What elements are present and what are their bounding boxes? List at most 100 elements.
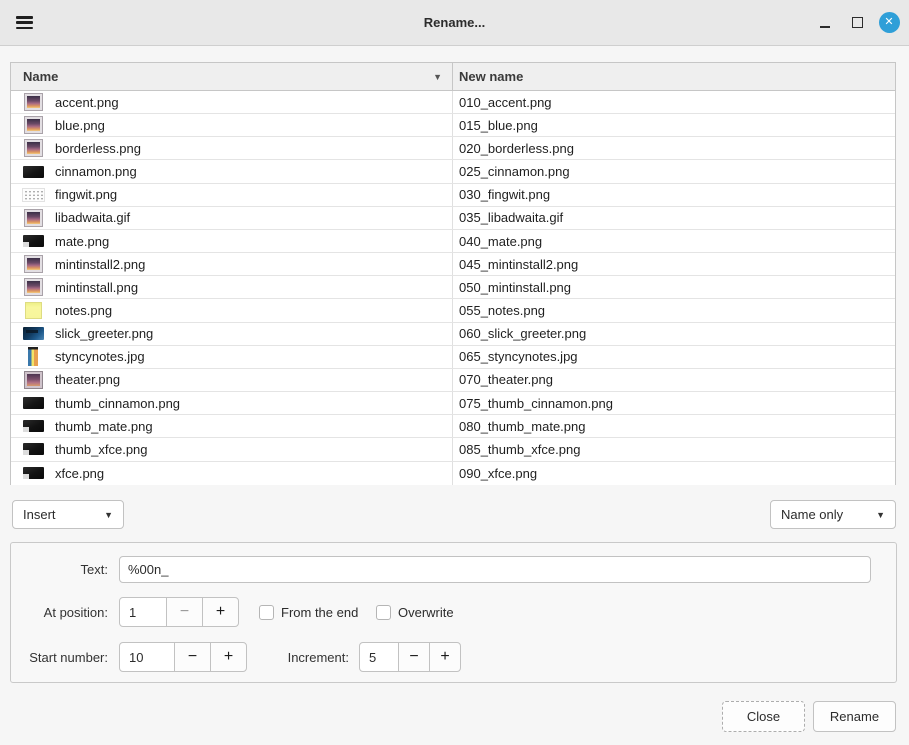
scope-select-value: Name only (781, 507, 843, 522)
thumbnail-slot (19, 256, 47, 272)
file-thumbnail-icon (25, 302, 42, 319)
file-thumbnail-icon (23, 443, 44, 455)
start-number-input[interactable] (119, 642, 175, 672)
table-row[interactable]: blue.png 015_blue.png (11, 114, 895, 137)
table-row[interactable]: borderless.png020_borderless.png (11, 137, 895, 160)
file-name-cell: mintinstall2.png (11, 253, 453, 275)
thumbnail-slot (19, 347, 47, 366)
table-row[interactable]: libadwaita.gif035_libadwaita.gif (11, 207, 895, 230)
new-name-cell: 080_thumb_mate.png (453, 415, 895, 437)
file-thumbnail-icon (25, 372, 42, 388)
checkbox-icon (376, 605, 391, 620)
table-row[interactable]: thumb_mate.png080_thumb_mate.png (11, 415, 895, 438)
new-name-cell: 055_notes.png (453, 299, 895, 321)
file-thumbnail-icon (23, 397, 44, 409)
table-row[interactable]: notes.png055_notes.png (11, 299, 895, 322)
file-name-cell: thumb_xfce.png (11, 438, 453, 460)
file-name-text: mate.png (55, 234, 109, 249)
file-name-cell: libadwaita.gif (11, 207, 453, 229)
menu-icon[interactable] (16, 16, 33, 29)
increment-minus-button[interactable]: − (398, 642, 430, 672)
from-the-end-checkbox[interactable]: From the end (259, 605, 358, 620)
increment-input[interactable] (359, 642, 399, 672)
table-row[interactable]: fingwit.png030_fingwit.png (11, 184, 895, 207)
new-name-cell: 015_blue.png (453, 114, 895, 136)
insert-menu-button[interactable]: Insert ▼ (12, 500, 124, 529)
close-window-button[interactable]: ✕ (877, 11, 901, 35)
minimize-button[interactable] (813, 11, 837, 35)
file-name-text: slick_greeter.png (55, 326, 153, 341)
table-row[interactable]: mintinstall.png 050_mintinstall.png (11, 276, 895, 299)
file-thumbnail-icon (23, 420, 44, 432)
file-name-text: blue.png (55, 118, 105, 133)
table-row[interactable]: mintinstall2.png 045_mintinstall2.png (11, 253, 895, 276)
column-new-name-label: New name (459, 69, 523, 84)
new-name-cell: 045_mintinstall2.png (453, 253, 895, 275)
increment-label: Increment: (249, 650, 349, 665)
minimize-icon (820, 26, 830, 28)
file-name-text: mintinstall2.png (55, 257, 145, 272)
scope-select[interactable]: Name only ▼ (770, 500, 896, 529)
new-name-cell: 040_mate.png (453, 230, 895, 252)
file-name-cell: cinnamon.png (11, 160, 453, 182)
column-header-new-name[interactable]: New name (453, 63, 895, 90)
file-name-cell: xfce.png (11, 462, 453, 485)
new-name-cell: 085_thumb_xfce.png (453, 438, 895, 460)
file-name-cell: notes.png (11, 299, 453, 321)
file-thumbnail-icon (25, 140, 42, 156)
at-position-input[interactable] (119, 597, 167, 627)
table-row[interactable]: thumb_xfce.png085_thumb_xfce.png (11, 438, 895, 461)
increment-plus-button[interactable]: + (429, 642, 461, 672)
close-button[interactable]: Close (722, 701, 805, 732)
start-number-minus-button[interactable]: − (174, 642, 211, 672)
insert-options-panel: Text: At position: − + From the end Over… (10, 542, 897, 683)
table-row[interactable]: accent.png010_accent.png (11, 91, 895, 114)
at-position-plus-button[interactable]: + (202, 597, 239, 627)
table-row[interactable]: cinnamon.png025_cinnamon.png (11, 160, 895, 183)
rename-preview-table: Name ▼ New name accent.png010_accent.png… (10, 62, 896, 485)
thumbnail-slot (19, 188, 47, 202)
column-header-name[interactable]: Name ▼ (11, 63, 453, 90)
table-row[interactable]: slick_greeter.png 060_slick_greeter.png (11, 323, 895, 346)
file-thumbnail-icon (25, 117, 42, 133)
maximize-icon (852, 17, 863, 28)
new-name-cell: 060_slick_greeter.png (453, 323, 895, 345)
file-thumbnail-icon (23, 467, 44, 479)
file-thumbnail-icon (25, 94, 42, 110)
new-name-cell: 050_mintinstall.png (453, 276, 895, 298)
rename-dialog-window: Rename... ✕ Name ▼ New name accent.png01… (0, 0, 909, 745)
start-number-plus-button[interactable]: + (210, 642, 247, 672)
chevron-down-icon: ▼ (104, 510, 113, 520)
thumbnail-slot (19, 140, 47, 156)
at-position-minus-button[interactable]: − (166, 597, 203, 627)
sort-desc-icon: ▼ (433, 72, 442, 82)
new-name-cell: 035_libadwaita.gif (453, 207, 895, 229)
titlebar: Rename... ✕ (0, 0, 909, 46)
at-position-row: At position: − + From the end Overwrite (11, 597, 896, 627)
overwrite-checkbox[interactable]: Overwrite (376, 605, 454, 620)
thumbnail-slot (19, 279, 47, 295)
text-row: Text: (11, 555, 896, 583)
text-input[interactable] (119, 556, 871, 583)
checkbox-icon (259, 605, 274, 620)
file-thumbnail-icon (23, 327, 44, 340)
table-row[interactable]: xfce.png090_xfce.png (11, 462, 895, 485)
table-row[interactable]: theater.png070_theater.png (11, 369, 895, 392)
minus-icon: − (180, 603, 189, 621)
text-label: Text: (11, 562, 108, 577)
chevron-down-icon: ▼ (876, 510, 885, 520)
file-name-text: cinnamon.png (55, 164, 137, 179)
table-row[interactable]: thumb_cinnamon.png075_thumb_cinnamon.png (11, 392, 895, 415)
file-name-cell: mintinstall.png (11, 276, 453, 298)
file-name-text: mintinstall.png (55, 280, 138, 295)
table-row[interactable]: styncynotes.jpg065_styncynotes.jpg (11, 346, 895, 369)
table-row[interactable]: mate.png 040_mate.png (11, 230, 895, 253)
file-name-text: borderless.png (55, 141, 141, 156)
rename-button[interactable]: Rename (813, 701, 896, 732)
start-number-spinner: − + (119, 642, 247, 672)
maximize-button[interactable] (845, 11, 869, 35)
thumbnail-slot (19, 420, 47, 432)
close-button-label: Close (747, 709, 780, 724)
new-name-cell: 065_styncynotes.jpg (453, 346, 895, 368)
thumbnail-slot (19, 94, 47, 110)
